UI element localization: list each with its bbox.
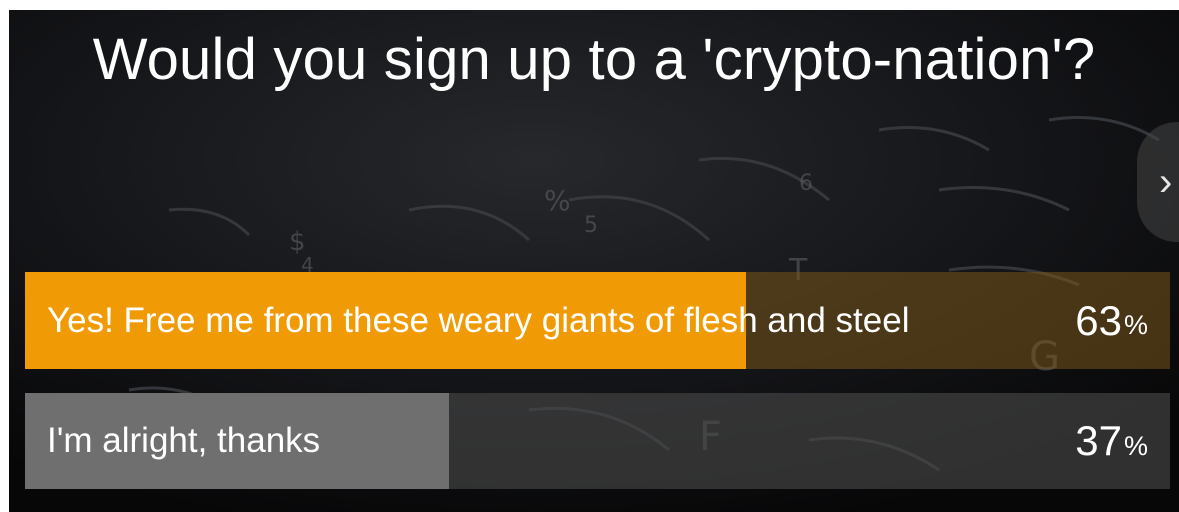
svg-text:5: 5: [584, 213, 598, 238]
poll-option-percent: 37%: [1075, 393, 1148, 489]
poll-question: Would you sign up to a 'crypto-nation'?: [92, 27, 1096, 92]
poll-widget: % 5 $ 4 6 F G T Would you sign up to a '…: [9, 10, 1179, 512]
percent-value: 63: [1075, 296, 1122, 344]
percent-value: 37: [1075, 417, 1122, 464]
poll-option-label: I'm alright, thanks: [47, 421, 321, 460]
next-slide-button[interactable]: ›: [1137, 122, 1179, 242]
poll-option-percent: 63%: [1075, 272, 1148, 369]
svg-text:%: %: [544, 184, 571, 217]
percent-symbol: %: [1123, 310, 1148, 340]
svg-text:6: 6: [799, 171, 813, 196]
poll-option-no[interactable]: I'm alright, thanks 37%: [25, 393, 1170, 489]
poll-option-label: Yes! Free me from these weary giants of …: [47, 300, 910, 340]
poll-option-yes[interactable]: Yes! Free me from these weary giants of …: [25, 272, 1170, 369]
percent-symbol: %: [1123, 430, 1148, 461]
chevron-right-icon: ›: [1159, 159, 1173, 204]
